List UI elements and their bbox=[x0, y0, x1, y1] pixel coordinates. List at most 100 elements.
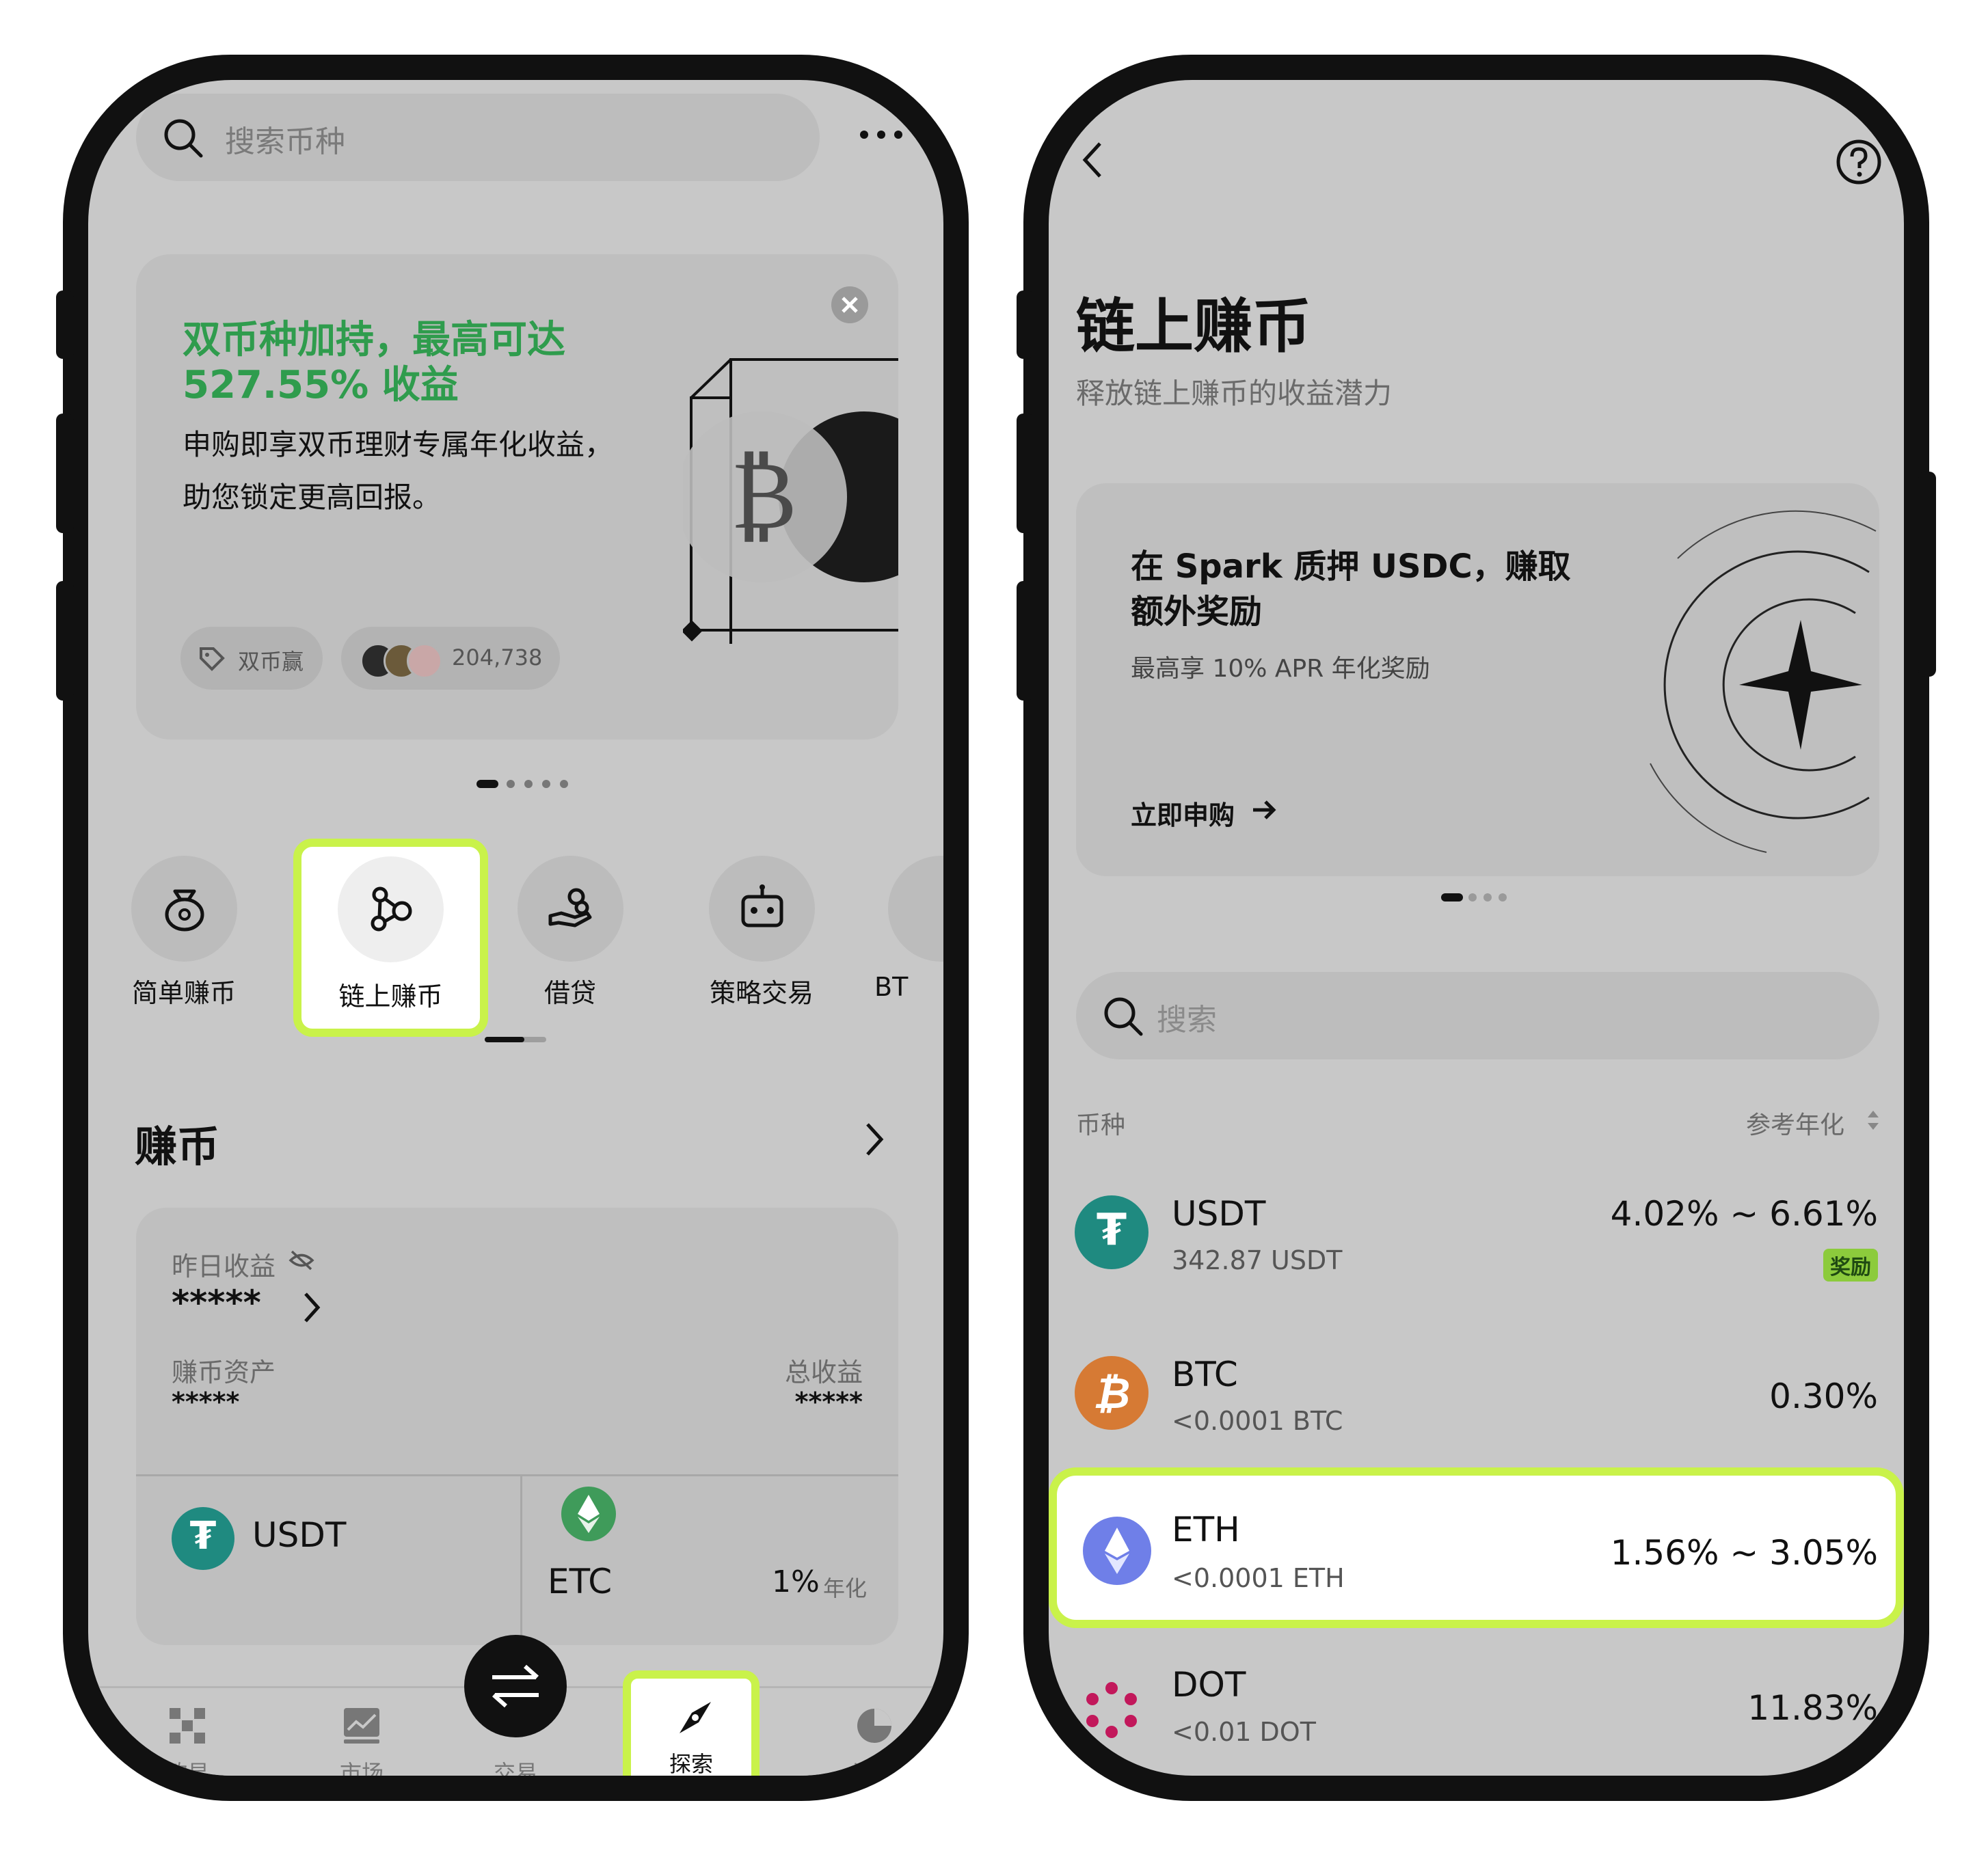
chart-icon bbox=[344, 1708, 379, 1744]
eye-off-icon[interactable] bbox=[288, 1249, 315, 1272]
coin-amount: 342.87 USDT bbox=[1172, 1245, 1343, 1275]
banner-body-2: 助您锁定更高回报。 bbox=[183, 480, 442, 514]
dual-coin-chip[interactable]: 双币赢 bbox=[180, 627, 323, 690]
total-label: 总收益 bbox=[784, 1357, 863, 1387]
phone-frame-left: 搜索币种 双币种加持，最高可达 527.55% 收益 申购即享双币理财专属年化收… bbox=[56, 55, 969, 1801]
search-icon bbox=[1104, 997, 1143, 1036]
etc-icon bbox=[561, 1487, 616, 1541]
column-header-coin: 币种 bbox=[1076, 1111, 1126, 1139]
search-input[interactable]: 搜索币种 bbox=[225, 117, 345, 161]
search-bar[interactable]: 搜索币种 bbox=[136, 94, 820, 181]
nav-item-assets[interactable]: 资产 bbox=[837, 1707, 912, 1776]
bitcoin-illustration: ₿ bbox=[683, 358, 898, 644]
screen-right: 链上赚币 释放链上赚币的收益潜力 在 Spark 质押 USDC，赚取 额外奖励… bbox=[1049, 80, 1904, 1776]
feature-partial[interactable]: BT bbox=[874, 856, 943, 1040]
side-button bbox=[56, 581, 74, 701]
side-button bbox=[1017, 581, 1034, 701]
screen-left: 搜索币种 双币种加持，最高可达 527.55% 收益 申购即享双币理财专属年化收… bbox=[88, 80, 943, 1776]
pie-chart-icon bbox=[857, 1709, 891, 1743]
sort-icon[interactable] bbox=[1866, 1107, 1881, 1134]
coin-apr: 4.02% ~ 6.61% bbox=[1610, 1194, 1878, 1234]
phone-frame-right: 链上赚币 释放链上赚币的收益潜力 在 Spark 质押 USDC，赚取 额外奖励… bbox=[1017, 55, 1936, 1801]
page-dot-active bbox=[476, 780, 498, 788]
page-dot bbox=[542, 780, 550, 788]
okx-logo-icon bbox=[170, 1708, 205, 1744]
feature-simple-earn[interactable]: 简单赚币 bbox=[112, 856, 256, 1040]
coin-row[interactable]: ₮ USDT 342.87 USDT 4.02% ~ 6.61% 奖励 bbox=[1049, 1174, 1904, 1310]
earn-coin-rate: 1% bbox=[772, 1564, 820, 1599]
promo-cta[interactable]: 立即申购 bbox=[1131, 794, 1235, 832]
swap-icon bbox=[492, 1664, 539, 1708]
participants-chip: 204,738 bbox=[341, 627, 560, 690]
nav-item-market[interactable]: 市场 bbox=[324, 1707, 399, 1776]
search-icon bbox=[164, 119, 203, 158]
eth-icon bbox=[1083, 1517, 1151, 1585]
coin-apr: 11.83% bbox=[1747, 1688, 1878, 1728]
feature-icon-bg bbox=[338, 856, 444, 962]
feature-icon-bg bbox=[518, 856, 623, 962]
scroll-thumb bbox=[485, 1037, 524, 1042]
assets-label: 赚币资产 bbox=[172, 1357, 276, 1387]
divider bbox=[136, 1474, 898, 1476]
coin-amount: <0.0001 BTC bbox=[1172, 1406, 1343, 1436]
trade-button[interactable] bbox=[464, 1635, 567, 1737]
section-title: 赚币 bbox=[135, 1122, 220, 1171]
usdt-icon: ₮ bbox=[172, 1507, 234, 1570]
chip-label: 双币赢 bbox=[238, 649, 304, 675]
coin-row[interactable]: DOT <0.01 DOT 11.83% bbox=[1049, 1655, 1904, 1776]
feature-icon-bg bbox=[709, 856, 815, 962]
chevron-right-icon[interactable] bbox=[861, 1119, 888, 1160]
compass-icon bbox=[680, 1702, 711, 1733]
assets-value: ***** bbox=[172, 1387, 240, 1417]
close-icon[interactable] bbox=[830, 285, 870, 325]
promo-title: 在 Spark 质押 USDC，赚取 bbox=[1131, 547, 1571, 586]
usdt-glyph: ₮ bbox=[1096, 1205, 1127, 1256]
earn-coin-name[interactable]: ETC bbox=[548, 1562, 612, 1601]
page-dot bbox=[560, 780, 568, 788]
banner-body: 申购即享双币理财专属年化收益， bbox=[183, 428, 614, 461]
usdt-icon: ₮ bbox=[1075, 1195, 1149, 1269]
btc-glyph: ₿ bbox=[1092, 1368, 1131, 1418]
help-icon[interactable] bbox=[1835, 138, 1883, 186]
feature-icon-bg bbox=[131, 856, 237, 962]
etc-glyph bbox=[578, 1495, 600, 1533]
onchain-icon bbox=[371, 886, 412, 932]
feature-label: BT bbox=[874, 972, 909, 1002]
more-icon[interactable] bbox=[857, 128, 905, 141]
page-dot bbox=[1468, 893, 1477, 902]
avatar bbox=[407, 643, 442, 679]
divider bbox=[520, 1474, 522, 1652]
nav-item-okx[interactable]: 欧易 bbox=[150, 1707, 225, 1776]
coin-symbol: DOT bbox=[1172, 1665, 1246, 1705]
eth-glyph bbox=[1105, 1528, 1129, 1574]
chevron-right-icon[interactable] bbox=[300, 1290, 323, 1325]
search-input[interactable]: 搜索 bbox=[1157, 995, 1217, 1039]
promo-card[interactable]: 在 Spark 质押 USDC，赚取 额外奖励 最高享 10% APR 年化奖励… bbox=[1076, 483, 1879, 876]
feature-strategy-trading[interactable]: 策略交易 bbox=[690, 856, 833, 1040]
money-bag-icon bbox=[165, 889, 204, 932]
spark-logo-illustration bbox=[1650, 510, 1877, 853]
tag-icon bbox=[200, 647, 225, 671]
earn-coin-name[interactable]: USDT bbox=[252, 1515, 346, 1555]
promo-desc: 最高享 10% APR 年化奖励 bbox=[1131, 655, 1430, 683]
feature-onchain-earn[interactable]: 链上赚币 bbox=[293, 839, 488, 1037]
promo-title-2: 额外奖励 bbox=[1131, 593, 1263, 631]
feature-loan[interactable]: 借贷 bbox=[498, 856, 642, 1040]
back-icon[interactable] bbox=[1079, 138, 1107, 182]
page-dot-active bbox=[1441, 893, 1463, 902]
nav-item-explore[interactable]: 探索 bbox=[623, 1670, 760, 1776]
coin-row[interactable]: ₿ BTC <0.0001 BTC 0.30% bbox=[1049, 1334, 1904, 1471]
coin-symbol: USDT bbox=[1172, 1194, 1266, 1234]
nav-label: 欧易 bbox=[165, 1760, 209, 1776]
page-dot bbox=[524, 780, 533, 788]
promo-banner[interactable]: 双币种加持，最高可达 527.55% 收益 申购即享双币理财专属年化收益， 助您… bbox=[136, 254, 898, 740]
column-header-apr[interactable]: 参考年化 bbox=[1746, 1105, 1844, 1141]
coin-search-bar[interactable]: 搜索 bbox=[1076, 972, 1879, 1059]
nav-label: 资产 bbox=[852, 1760, 896, 1776]
btc-icon: ₿ bbox=[1075, 1356, 1149, 1430]
coin-row-highlighted[interactable]: ETH <0.0001 ETH 1.56% ~ 3.05% bbox=[1049, 1467, 1904, 1628]
coin-amount: <0.01 DOT bbox=[1172, 1717, 1316, 1747]
side-button bbox=[56, 414, 74, 533]
earn-card[interactable]: 昨日收益 ***** 赚币资产 ***** 总收益 ***** ₮ USDT E… bbox=[136, 1208, 898, 1652]
coin-symbol: BTC bbox=[1172, 1355, 1238, 1394]
